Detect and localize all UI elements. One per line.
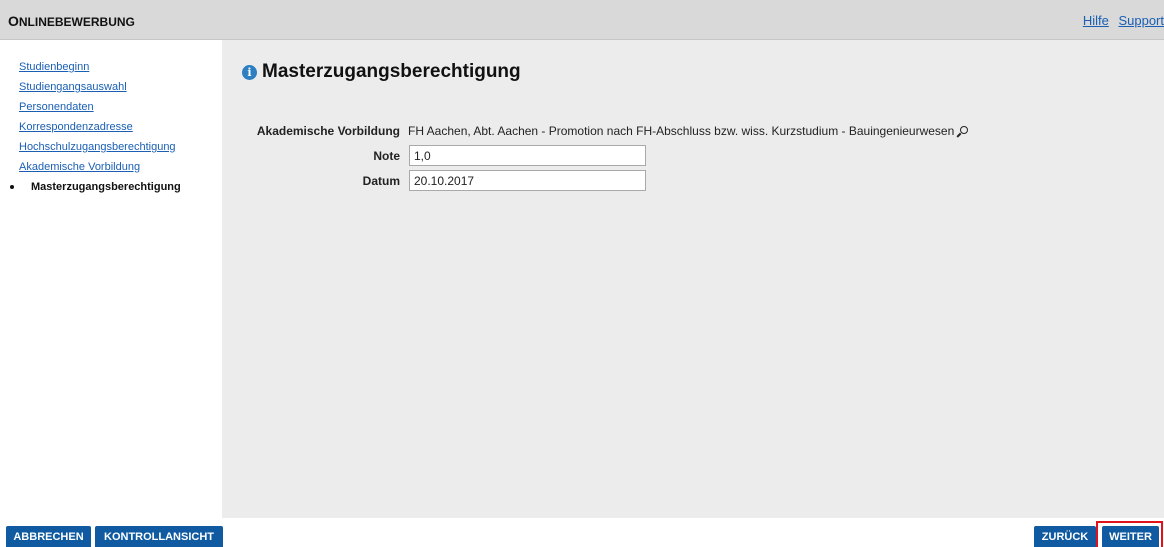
form-row-vorbildung: Akademische Vorbildung FH Aachen, Abt. A… bbox=[222, 120, 1164, 142]
vorbildung-label: Akademische Vorbildung bbox=[256, 124, 400, 138]
info-icon: i bbox=[242, 64, 257, 80]
next-button-highlight: WEITER bbox=[1096, 521, 1163, 547]
vorbildung-value: FH Aachen, Abt. Aachen - Promotion nach … bbox=[408, 123, 969, 138]
sidebar-item-label[interactable]: Hochschulzugangsberechtigung bbox=[19, 141, 176, 153]
search-icon[interactable] bbox=[956, 126, 969, 138]
sidebar-item-label[interactable]: Studienbeginn bbox=[19, 61, 89, 73]
form-row-datum: Datum bbox=[222, 170, 1164, 192]
note-label: Note bbox=[373, 149, 400, 163]
back-button[interactable]: ZURÜCK bbox=[1034, 526, 1096, 547]
datum-label: Datum bbox=[362, 174, 400, 188]
header-links: Hilfe Support bbox=[1077, 13, 1164, 28]
sidebar-item-label[interactable]: Akademische Vorbildung bbox=[19, 161, 140, 173]
sidebar-item-studienbeginn[interactable]: Studienbeginn bbox=[0, 57, 222, 77]
app-header: ONLINEBEWERBUNG Hilfe Support bbox=[0, 0, 1164, 40]
sidebar-item-label[interactable]: Personendaten bbox=[19, 101, 94, 113]
page-title: i Masterzugangsberechtigung bbox=[242, 61, 521, 83]
sidebar-item-label[interactable]: Korrespondenzadresse bbox=[19, 121, 133, 133]
help-link[interactable]: Hilfe bbox=[1083, 13, 1109, 28]
sidebar-item-label[interactable]: Studiengangsauswahl bbox=[19, 81, 127, 93]
footer-bar: ABBRECHEN KONTROLLANSICHT ZURÜCK WEITER bbox=[0, 518, 1164, 547]
sidebar-item-masterzugangsberechtigung: Masterzugangsberechtigung bbox=[0, 177, 222, 197]
sidebar-item-akademische-vorbildung[interactable]: Akademische Vorbildung bbox=[0, 157, 222, 177]
form-row-note: Note bbox=[222, 145, 1164, 167]
sidebar-nav: Studienbeginn Studiengangsauswahl Person… bbox=[0, 40, 222, 518]
sidebar-item-studiengangsauswahl[interactable]: Studiengangsauswahl bbox=[0, 77, 222, 97]
datum-input[interactable] bbox=[409, 170, 646, 191]
sidebar-item-personendaten[interactable]: Personendaten bbox=[0, 97, 222, 117]
nav-list: Studienbeginn Studiengangsauswahl Person… bbox=[0, 40, 222, 197]
review-button[interactable]: KONTROLLANSICHT bbox=[95, 526, 223, 547]
support-link[interactable]: Support bbox=[1118, 13, 1164, 28]
cancel-button[interactable]: ABBRECHEN bbox=[6, 526, 91, 547]
next-button[interactable]: WEITER bbox=[1102, 526, 1159, 547]
main-content: i Masterzugangsberechtigung Akademische … bbox=[222, 40, 1164, 518]
sidebar-item-korrespondenzadresse[interactable]: Korrespondenzadresse bbox=[0, 117, 222, 137]
app-title: ONLINEBEWERBUNG bbox=[8, 13, 135, 29]
sidebar-item-label: Masterzugangsberechtigung bbox=[31, 181, 181, 193]
page-title-text: Masterzugangsberechtigung bbox=[262, 61, 521, 82]
sidebar-item-hochschulzugangsberechtigung[interactable]: Hochschulzugangsberechtigung bbox=[0, 137, 222, 157]
note-input[interactable] bbox=[409, 145, 646, 166]
active-bullet-icon bbox=[10, 185, 14, 189]
